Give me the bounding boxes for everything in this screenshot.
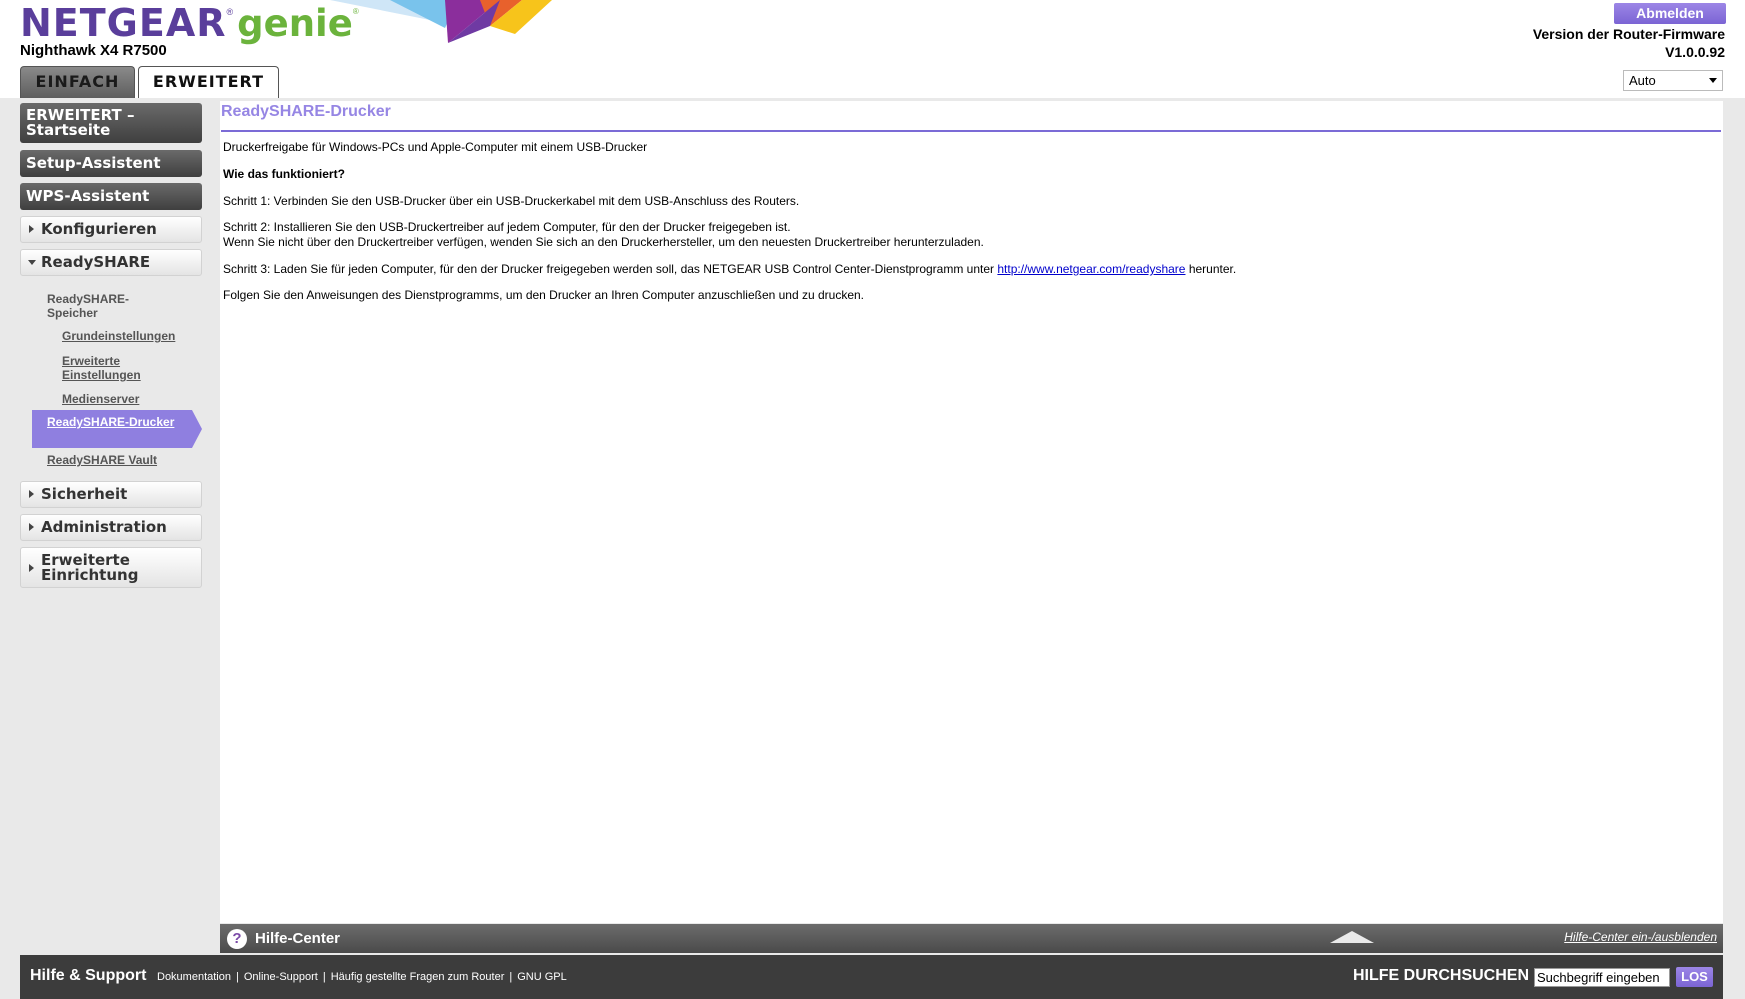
router-faq-link[interactable]: Häufig gestellte Fragen zum Router	[331, 971, 505, 983]
sidebar-item-label: ReadySHARE	[41, 253, 151, 271]
expand-up-arrow-icon[interactable]	[1330, 931, 1374, 943]
footer: Hilfe & Support Dokumentation | Online-Sup…	[20, 955, 1723, 999]
step-2-text: Schritt 2: Installieren Sie den USB-Druc…	[223, 220, 791, 234]
page-title: ReadySHARE-Drucker	[221, 103, 391, 120]
sidebar-item-label: Einrichtung	[41, 566, 139, 584]
search-input[interactable]: Suchbegriff eingeben	[1534, 968, 1670, 987]
firmware-label: Version der Router-Firmware	[1532, 26, 1725, 42]
logo-shards-graphic	[330, 0, 552, 43]
brand-name: NETGEAR	[20, 1, 227, 45]
sidebar-item-label: Setup-Assistent	[26, 154, 161, 172]
caret-right-icon	[29, 490, 34, 498]
footer-separator: |	[509, 971, 513, 983]
footer-separator: |	[236, 971, 239, 983]
step-2-note: Wenn Sie nicht über den Druckertreiber v…	[223, 235, 984, 249]
help-support-title: Hilfe & Support	[30, 967, 147, 984]
submenu-heading-line: ReadySHARE-	[47, 292, 130, 306]
sidebar-item-wps-wizard[interactable]: WPS-Assistent	[20, 183, 202, 210]
final-instructions: Folgen Sie den Anweisungen des Dienstpro…	[223, 288, 865, 302]
main-content: ReadySHARE-Drucker Druckerfreigabe für W…	[220, 101, 1723, 923]
step-1-text: Schritt 1: Verbinden Sie den USB-Drucker…	[223, 194, 800, 208]
step-3-text: Schritt 3: Laden Sie für jeden Computer,…	[223, 262, 1236, 276]
chevron-down-icon	[1709, 78, 1717, 83]
step-3-prefix: Schritt 3: Laden Sie für jeden Computer,…	[223, 262, 998, 276]
firmware-version: V1.0.0.92	[1665, 44, 1725, 60]
gnu-gpl-link[interactable]: GNU GPL	[517, 971, 567, 983]
how-it-works-heading: Wie das funktioniert?	[223, 167, 345, 181]
documentation-link[interactable]: Dokumentation	[157, 971, 231, 983]
brand-registered-mark: ®	[226, 7, 234, 17]
sidebar-item-label: Konfigurieren	[41, 220, 157, 238]
readyshare-download-link[interactable]: http://www.netgear.com/readyshare	[997, 262, 1185, 276]
sidebar-item-administration[interactable]: Administration	[20, 514, 202, 541]
sidebar-item-advanced-setup[interactable]: Erweiterte Einrichtung	[20, 547, 202, 588]
caret-down-icon	[28, 260, 36, 265]
tab-erweitert[interactable]: ERWEITERT	[138, 66, 279, 98]
help-question-icon: ?	[227, 929, 247, 949]
sidebar-item-label: Administration	[41, 518, 167, 536]
sidebar-item-label: Startseite	[26, 121, 111, 139]
help-center-title: Hilfe-Center	[255, 930, 341, 947]
submenu-item-label: Erweiterte	[62, 354, 121, 368]
sidebar-item-label: Sicherheit	[41, 485, 128, 503]
language-select-value: Auto	[1629, 73, 1656, 88]
submenu-heading-readyshare-storage: ReadySHARE- Speicher	[47, 292, 129, 320]
title-divider	[221, 130, 1721, 132]
submenu-item-readyshare-vault[interactable]: ReadySHARE Vault	[47, 453, 157, 467]
header: NETGEAR® genie® Nighthawk X4 R7500 EINFAC…	[0, 0, 1745, 98]
sidebar-item-setup-wizard[interactable]: Setup-Assistent	[20, 150, 202, 177]
caret-right-icon	[29, 523, 34, 531]
caret-right-icon	[29, 225, 34, 233]
footer-separator: |	[322, 971, 326, 983]
intro-text: Druckerfreigabe für Windows-PCs und Appl…	[223, 140, 648, 154]
sidebar-item-configure[interactable]: Konfigurieren	[20, 216, 202, 243]
sidebar-item-label: WPS-Assistent	[26, 187, 150, 205]
help-center-toggle-link[interactable]: Hilfe-Center ein-/ausblenden	[1564, 930, 1717, 944]
caret-right-icon	[29, 564, 34, 572]
submenu-item-basic-settings[interactable]: Grundeinstellungen	[62, 329, 175, 343]
footer-links: Dokumentation | Online-Support | Häufig gest…	[157, 971, 567, 983]
logout-button[interactable]: Abmelden	[1614, 3, 1726, 24]
submenu-item-readyshare-printer[interactable]: ReadySHARE-Drucker	[32, 410, 202, 448]
search-help-label: HILFE DURCHSUCHEN	[1353, 967, 1529, 984]
submenu-heading-line: Speicher	[47, 306, 98, 320]
tab-einfach[interactable]: EINFACH	[20, 66, 135, 98]
language-select[interactable]: Auto	[1623, 70, 1723, 91]
help-center-bar: ? Hilfe-Center Hilfe-Center ein-/ausblen…	[220, 924, 1723, 953]
online-support-link[interactable]: Online-Support	[244, 971, 318, 983]
netgear-genie-logo: NETGEAR® genie®	[20, 1, 359, 47]
sidebar-item-advanced-home[interactable]: ERWEITERT – Startseite	[20, 103, 202, 143]
search-go-button[interactable]: LOS	[1676, 967, 1713, 987]
step-3-suffix: herunter.	[1185, 262, 1237, 276]
sidebar-item-readyshare[interactable]: ReadySHARE	[20, 249, 202, 276]
submenu-item-label: Einstellungen	[62, 368, 141, 382]
submenu-item-label: ReadySHARE-Drucker	[47, 415, 175, 429]
submenu-item-advanced-settings[interactable]: Erweiterte Einstellungen	[62, 354, 141, 382]
submenu-item-media-server[interactable]: Medienserver	[62, 392, 139, 406]
sidebar-item-security[interactable]: Sicherheit	[20, 481, 202, 508]
router-model: Nighthawk X4 R7500	[20, 42, 167, 59]
